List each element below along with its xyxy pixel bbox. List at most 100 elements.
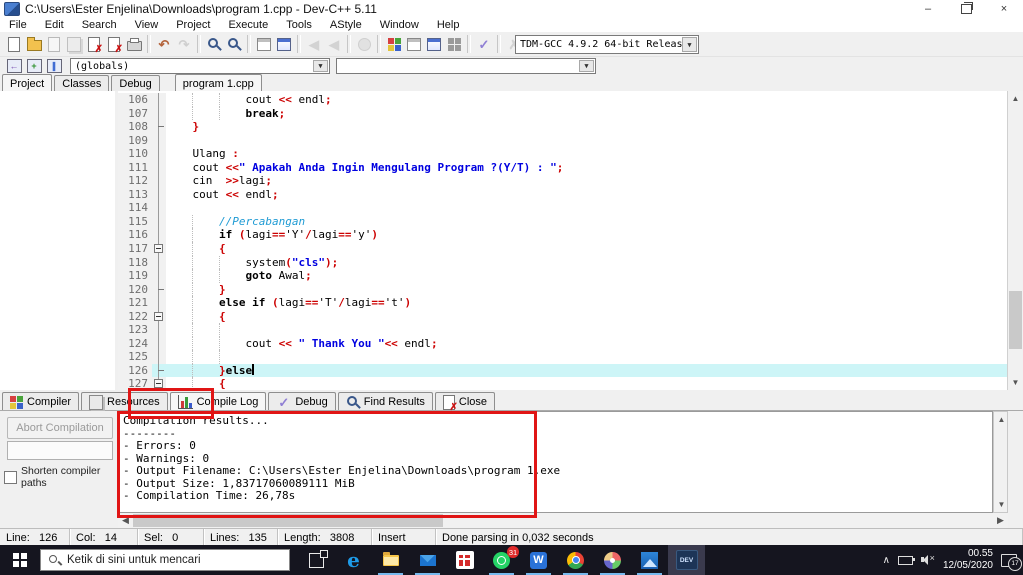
paint3d-icon[interactable] [594, 545, 631, 575]
find-icon[interactable] [204, 33, 224, 55]
fold-column[interactable] [152, 161, 166, 175]
project-panel[interactable] [0, 91, 116, 390]
task-view-button[interactable] [298, 545, 335, 575]
open-file-icon[interactable] [24, 33, 44, 55]
line-number[interactable]: 116 [118, 228, 152, 242]
scroll-up-icon[interactable]: ▲ [1008, 91, 1023, 106]
line-number[interactable]: 108 [118, 120, 152, 134]
chevron-down-icon[interactable]: ▼ [313, 60, 328, 72]
fold-column[interactable] [152, 377, 166, 390]
fold-column[interactable] [152, 269, 166, 283]
file-explorer-icon[interactable] [372, 545, 409, 575]
new-file-icon[interactable] [4, 33, 24, 55]
menu-help[interactable]: Help [428, 19, 469, 31]
battery-icon[interactable] [898, 556, 913, 565]
tab-classes[interactable]: Classes [54, 75, 109, 91]
line-number[interactable]: 109 [118, 134, 152, 148]
line-number[interactable]: 120 [118, 283, 152, 297]
menu-edit[interactable]: Edit [36, 19, 73, 31]
scroll-left-icon[interactable]: ◀ [118, 513, 133, 528]
fold-column[interactable] [152, 107, 166, 121]
log-vertical-scrollbar[interactable]: ▲ ▼ [993, 411, 1008, 513]
menu-astyle[interactable]: AStyle [321, 19, 371, 31]
scroll-down-icon[interactable]: ▼ [994, 497, 1009, 512]
globals-select[interactable]: (globals) ▼ [70, 58, 330, 74]
fold-column[interactable] [152, 350, 166, 364]
line-number[interactable]: 125 [118, 350, 152, 364]
tab-find-results[interactable]: Find Results [338, 392, 433, 410]
menu-window[interactable]: Window [371, 19, 428, 31]
gift-app-icon[interactable] [446, 545, 483, 575]
editor-scrollbar[interactable]: ▲ ▼ [1007, 91, 1023, 390]
fold-collapse-icon[interactable] [154, 244, 163, 253]
tray-chevron-icon[interactable]: ∧ [883, 555, 890, 566]
fold-column[interactable] [152, 228, 166, 242]
taskbar-clock[interactable]: 00.55 12/05/2020 [943, 548, 993, 572]
line-number[interactable]: 126 [118, 364, 152, 378]
edge-icon[interactable]: e [335, 545, 372, 575]
fold-column[interactable] [152, 364, 166, 378]
mail-icon[interactable] [409, 545, 446, 575]
members-select[interactable]: ▼ [336, 58, 596, 74]
line-number[interactable]: 110 [118, 147, 152, 161]
goto-line-icon[interactable] [254, 33, 274, 55]
fold-column[interactable] [152, 296, 166, 310]
fold-column[interactable] [152, 147, 166, 161]
undo-icon[interactable]: ↶ [154, 33, 174, 55]
menu-search[interactable]: Search [73, 19, 126, 31]
menu-project[interactable]: Project [167, 19, 219, 31]
tab-compile-log[interactable]: Compile Log [170, 392, 267, 410]
fold-column[interactable] [152, 323, 166, 337]
minimize-button[interactable]: – [909, 0, 947, 18]
close-button[interactable]: × [985, 0, 1023, 18]
shorten-paths-checkbox[interactable] [4, 471, 17, 484]
restore-button[interactable] [947, 0, 985, 18]
compile-and-run-icon[interactable] [424, 33, 444, 55]
tab-project[interactable]: Project [2, 74, 52, 91]
devcpp-icon[interactable]: DEV [668, 545, 705, 575]
scroll-up-icon[interactable]: ▲ [994, 412, 1009, 427]
fold-column[interactable] [152, 256, 166, 270]
menu-execute[interactable]: Execute [219, 19, 277, 31]
line-number[interactable]: 111 [118, 161, 152, 175]
line-number[interactable]: 112 [118, 174, 152, 188]
tab-compiler[interactable]: Compiler [2, 392, 79, 410]
scroll-right-icon[interactable]: ▶ [993, 513, 1008, 528]
line-number[interactable]: 124 [118, 337, 152, 351]
swap-header-source-icon[interactable] [274, 33, 294, 55]
fold-column[interactable] [152, 215, 166, 229]
line-number[interactable]: 119 [118, 269, 152, 283]
line-number[interactable]: 117 [118, 242, 152, 256]
wps-office-icon[interactable]: W [520, 545, 557, 575]
menu-tools[interactable]: Tools [277, 19, 321, 31]
volume-muted-icon[interactable] [921, 554, 935, 566]
fold-column[interactable] [152, 283, 166, 297]
close-all-icon[interactable] [104, 33, 124, 55]
tab-debug[interactable]: Debug [111, 75, 159, 91]
whatsapp-icon[interactable]: 31 [483, 545, 520, 575]
tab-close[interactable]: Close [435, 392, 495, 410]
close-file-icon[interactable] [84, 33, 104, 55]
line-number[interactable]: 127 [118, 377, 152, 390]
fold-column[interactable] [152, 93, 166, 107]
print-icon[interactable] [124, 33, 144, 55]
line-number[interactable]: 122 [118, 310, 152, 324]
tab-resources[interactable]: Resources [81, 392, 168, 410]
line-number[interactable]: 123 [118, 323, 152, 337]
log-horizontal-scrollbar[interactable]: ◀ ▶ [118, 513, 1008, 528]
compile-icon[interactable] [384, 33, 404, 55]
code-editor[interactable]: 106 cout << endl;107 break;108 }109110 U… [118, 91, 1008, 390]
line-number[interactable]: 118 [118, 256, 152, 270]
chrome-icon[interactable] [557, 545, 594, 575]
chevron-down-icon[interactable]: ▼ [579, 60, 594, 72]
line-number[interactable]: 113 [118, 188, 152, 202]
taskbar-search-input[interactable]: Ketik di sini untuk mencari [40, 549, 290, 571]
fold-column[interactable] [152, 134, 166, 148]
line-number[interactable]: 115 [118, 215, 152, 229]
line-number[interactable]: 114 [118, 201, 152, 215]
compile-log-output[interactable]: Compilation results...--------- Errors: … [118, 411, 993, 513]
rebuild-all-icon[interactable] [444, 33, 464, 55]
fold-collapse-icon[interactable] [154, 312, 163, 321]
fold-column[interactable] [152, 201, 166, 215]
menu-view[interactable]: View [126, 19, 168, 31]
